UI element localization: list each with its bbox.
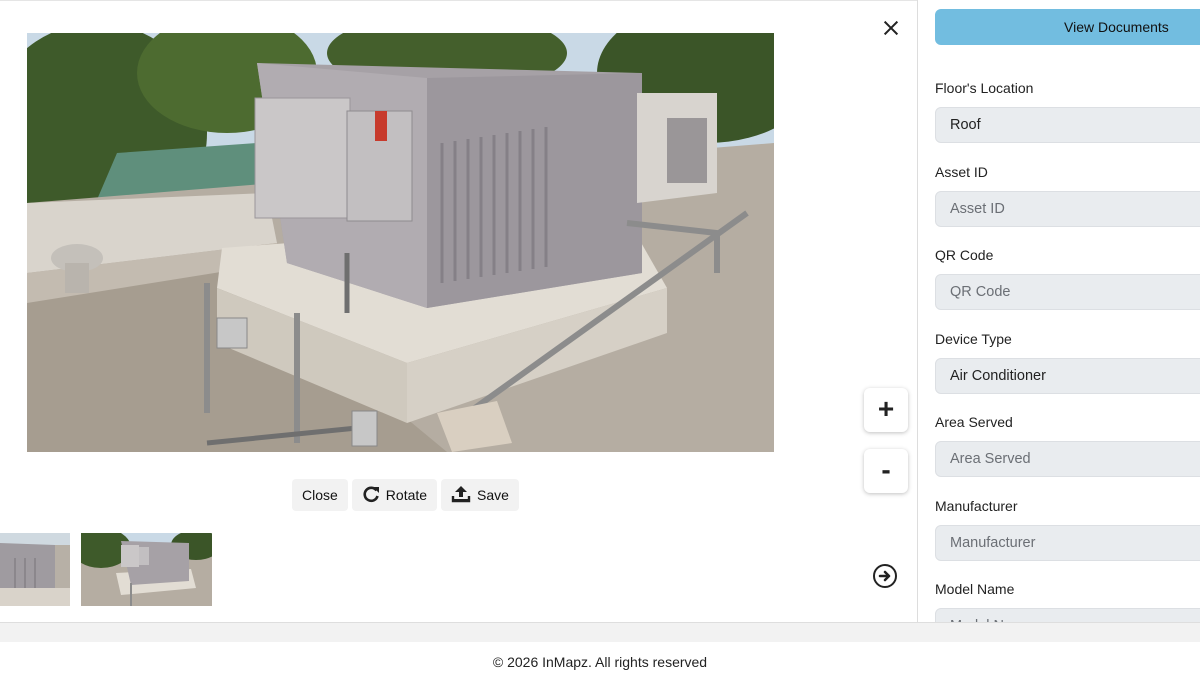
model-name-field[interactable]: Model Name [935, 608, 1200, 622]
asset-details-panel: View Documents Floor's Location Roof Ass… [917, 0, 1200, 622]
device-type-label: Device Type [935, 331, 1012, 347]
view-documents-button[interactable]: View Documents [935, 9, 1200, 45]
image-viewer: + - Close Rotate Save [0, 0, 917, 622]
rotate-button-label: Rotate [385, 487, 428, 503]
floor-location-label: Floor's Location [935, 80, 1034, 96]
rotate-button[interactable]: Rotate [351, 479, 438, 511]
area-served-field[interactable]: Area Served [935, 441, 1200, 477]
footer: © 2026 InMapz. All rights reserved [0, 642, 1200, 675]
save-button[interactable]: Save [441, 479, 519, 511]
rotate-icon [362, 485, 380, 506]
arrow-circle-right-icon[interactable] [873, 564, 897, 588]
model-name-label: Model Name [935, 581, 1015, 597]
copyright-text: © 2026 InMapz. All rights reserved [492, 654, 708, 670]
page-divider [0, 622, 1200, 642]
main-photo [27, 33, 774, 452]
manufacturer-label: Manufacturer [935, 498, 1018, 514]
qr-code-label: QR Code [935, 247, 994, 263]
asset-id-field[interactable]: Asset ID [935, 191, 1200, 227]
close-button[interactable]: Close [292, 479, 348, 511]
close-icon[interactable] [876, 13, 906, 43]
floor-location-field[interactable]: Roof [935, 107, 1200, 143]
manufacturer-field[interactable]: Manufacturer [935, 525, 1200, 561]
zoom-in-button[interactable]: + [864, 388, 908, 432]
area-served-label: Area Served [935, 414, 1013, 430]
photo-thumbnail[interactable] [0, 533, 70, 606]
upload-icon [451, 485, 471, 506]
photo-toolbar: Close Rotate Save [292, 479, 519, 511]
zoom-out-button[interactable]: - [864, 449, 908, 493]
qr-code-field[interactable]: QR Code [935, 274, 1200, 310]
photo-thumbnail[interactable] [81, 533, 212, 606]
asset-id-label: Asset ID [935, 164, 988, 180]
close-button-label: Close [302, 487, 338, 503]
save-button-label: Save [477, 487, 509, 503]
device-type-field[interactable]: Air Conditioner [935, 358, 1200, 394]
